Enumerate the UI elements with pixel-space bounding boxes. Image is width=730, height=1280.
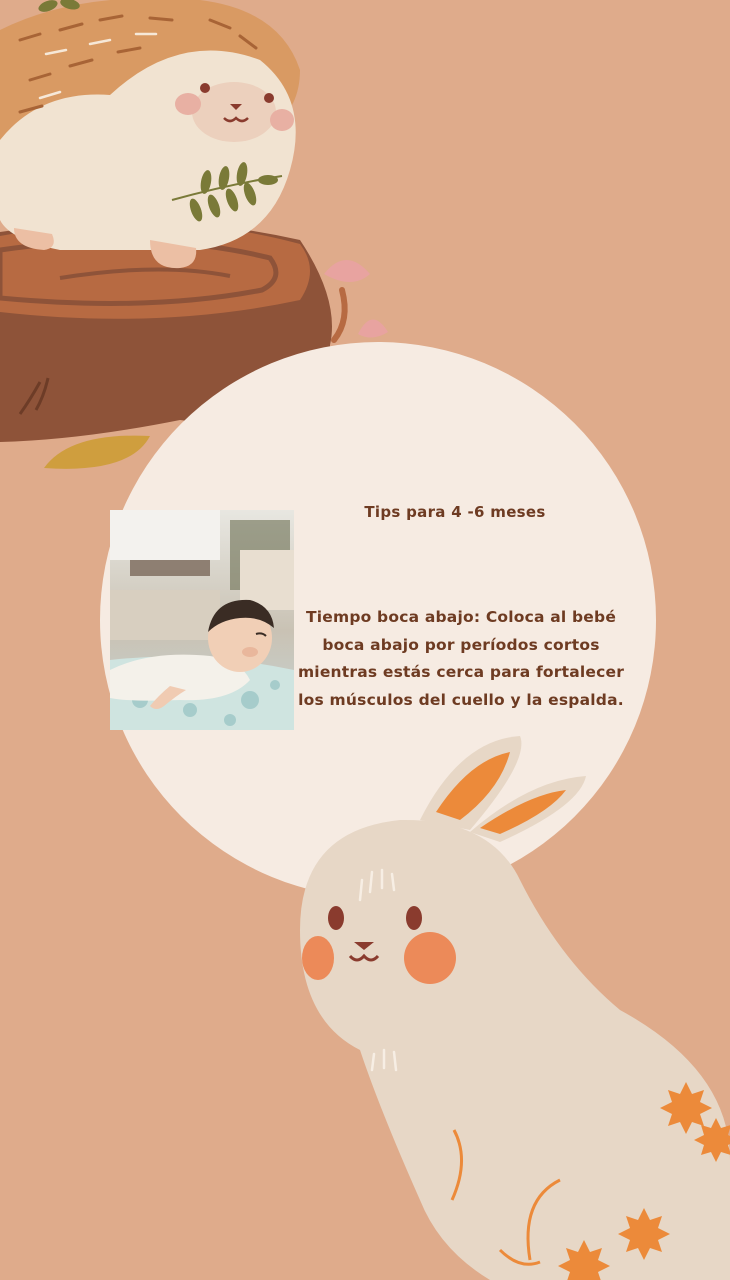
- tip-body: Tiempo boca abajo: Coloca al bebé boca a…: [297, 608, 625, 709]
- yellow-leaf-shape: [44, 435, 150, 469]
- hedgehog-illustration: [0, 0, 300, 269]
- tip-title: Tips para 4 -6 meses: [364, 503, 546, 521]
- mushroom-illustration: [324, 260, 388, 343]
- baby-photo: [110, 510, 294, 730]
